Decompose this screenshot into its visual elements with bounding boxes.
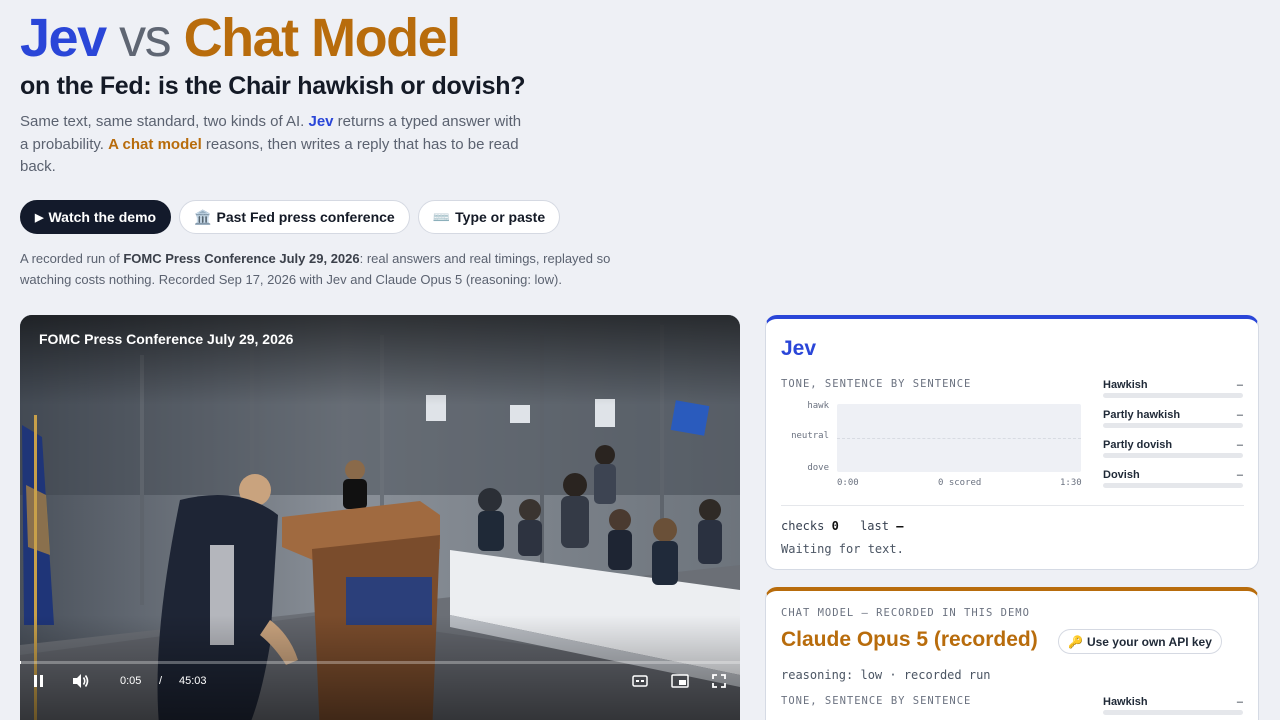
chat-panel-title: Claude Opus 5 (recorded) <box>781 628 1038 651</box>
bar-track <box>1103 710 1243 715</box>
chart-x-start: 0:00 <box>837 478 859 488</box>
last-value: – <box>896 519 904 533</box>
bar-track <box>1103 453 1243 458</box>
bar-track <box>1103 393 1243 398</box>
title-chat-model: Chat Model <box>183 8 462 68</box>
title-jev: Jev <box>20 8 107 68</box>
video-controls: 0:05 / 45:03 <box>20 661 740 706</box>
video-player[interactable]: FOMC Press Conference July 29, 2026 0:05… <box>20 315 740 720</box>
intro-jev-highlight: Jev <box>308 113 334 130</box>
watch-demo-label: Watch the demo <box>48 209 157 225</box>
intro-part-1: Same text, same standard, two kinds of A… <box>20 113 309 130</box>
intro-text: Same text, same standard, two kinds of A… <box>20 111 530 179</box>
recording-note: A recorded run of FOMC Press Conference … <box>20 248 640 290</box>
bar-label: Partly dovish <box>1103 439 1173 451</box>
play-icon: ▶ <box>35 211 44 224</box>
chart-neutral-line <box>837 438 1081 439</box>
panel-divider <box>781 505 1244 506</box>
bar-value: – <box>1236 409 1243 421</box>
captions-icon[interactable] <box>632 674 648 688</box>
jev-panel-title: Jev <box>781 337 817 360</box>
type-or-paste-label: Type or paste <box>455 209 546 225</box>
jev-panel: Jev TONE, SENTENCE BY SENTENCE hawk neut… <box>765 315 1259 570</box>
page-subtitle: on the Fed: is the Chair hawkish or dovi… <box>20 72 526 100</box>
building-icon: 🏛️ <box>194 208 212 225</box>
jev-status: Waiting for text. <box>781 542 904 556</box>
bar-hawkish: Hawkish – <box>1103 379 1243 409</box>
chart-y-label-dove: dove <box>807 463 829 473</box>
last-label: last <box>860 519 889 533</box>
video-progress-bar[interactable] <box>20 661 740 664</box>
video-progress-fill <box>20 661 22 664</box>
chat-model-panel: CHAT MODEL — RECORDED IN THIS DEMO Claud… <box>765 587 1259 720</box>
type-or-paste-button[interactable]: ⌨️ Type or paste <box>417 200 561 234</box>
video-title: FOMC Press Conference July 29, 2026 <box>39 331 294 347</box>
bar-label: Partly hawkish <box>1103 409 1181 421</box>
bar-value: – <box>1236 379 1243 391</box>
key-icon: 🔑 <box>1068 634 1083 649</box>
video-frame <box>20 315 740 720</box>
mode-buttons: ▶ Watch the demo 🏛️ Past Fed press confe… <box>20 200 561 234</box>
chat-kicker: CHAT MODEL — RECORDED IN THIS DEMO <box>781 607 1030 619</box>
jev-tone-bars: Hawkish – Partly hawkish – Partly dovish… <box>1103 379 1243 499</box>
bar-label: Hawkish <box>1103 379 1148 391</box>
chat-tone-bars: Hawkish – <box>1103 696 1243 720</box>
duration: 45:03 <box>179 675 207 687</box>
chart-x-end: 1:30 <box>1060 478 1082 488</box>
bar-hawkish: Hawkish – <box>1103 696 1243 720</box>
past-press-conference-button[interactable]: 🏛️ Past Fed press conference <box>179 200 410 234</box>
chat-reasoning: reasoning: low · recorded run <box>781 668 991 682</box>
bar-label: Dovish <box>1103 469 1140 481</box>
page-title: Jev vs Chat Model <box>20 6 462 71</box>
bar-label: Hawkish <box>1103 696 1148 708</box>
pause-icon[interactable] <box>33 674 45 688</box>
jev-tone-chart: hawk neutral dove 0:00 0 scored 1:30 <box>781 401 1082 491</box>
jev-tone-label: TONE, SENTENCE BY SENTENCE <box>781 378 972 390</box>
use-api-key-button[interactable]: 🔑 Use your own API key <box>1058 629 1222 654</box>
chart-plot-area <box>837 404 1081 472</box>
note-prefix: A recorded run of <box>20 251 124 266</box>
watch-demo-button[interactable]: ▶ Watch the demo <box>20 200 172 234</box>
bar-value: – <box>1236 469 1243 481</box>
bar-partly-dovish: Partly dovish – <box>1103 439 1243 469</box>
chart-y-label-hawk: hawk <box>807 401 829 411</box>
picture-in-picture-icon[interactable] <box>671 674 689 688</box>
bar-partly-hawkish: Partly hawkish – <box>1103 409 1243 439</box>
use-api-key-label: Use your own API key <box>1086 634 1212 649</box>
time-separator: / <box>159 675 163 687</box>
title-vs: vs <box>119 8 172 68</box>
fullscreen-icon[interactable] <box>712 674 726 688</box>
past-press-conference-label: Past Fed press conference <box>216 209 395 225</box>
chart-y-label-neutral: neutral <box>791 431 829 441</box>
checks-value: 0 <box>831 519 839 533</box>
current-time: 0:05 <box>120 675 142 687</box>
volume-icon[interactable] <box>72 673 90 689</box>
bar-value: – <box>1236 696 1243 708</box>
keyboard-icon: ⌨️ <box>432 208 451 225</box>
bar-track <box>1103 423 1243 428</box>
note-event: FOMC Press Conference July 29, 2026 <box>123 251 360 266</box>
intro-chat-highlight: A chat model <box>108 135 202 153</box>
bar-track <box>1103 483 1243 488</box>
jev-checks: checks 0 last – <box>781 519 917 533</box>
bar-value: – <box>1236 439 1243 451</box>
chat-tone-label: TONE, SENTENCE BY SENTENCE <box>781 695 972 707</box>
bar-dovish: Dovish – <box>1103 469 1243 499</box>
chart-x-scored: 0 scored <box>938 478 982 488</box>
checks-label: checks <box>781 519 825 533</box>
